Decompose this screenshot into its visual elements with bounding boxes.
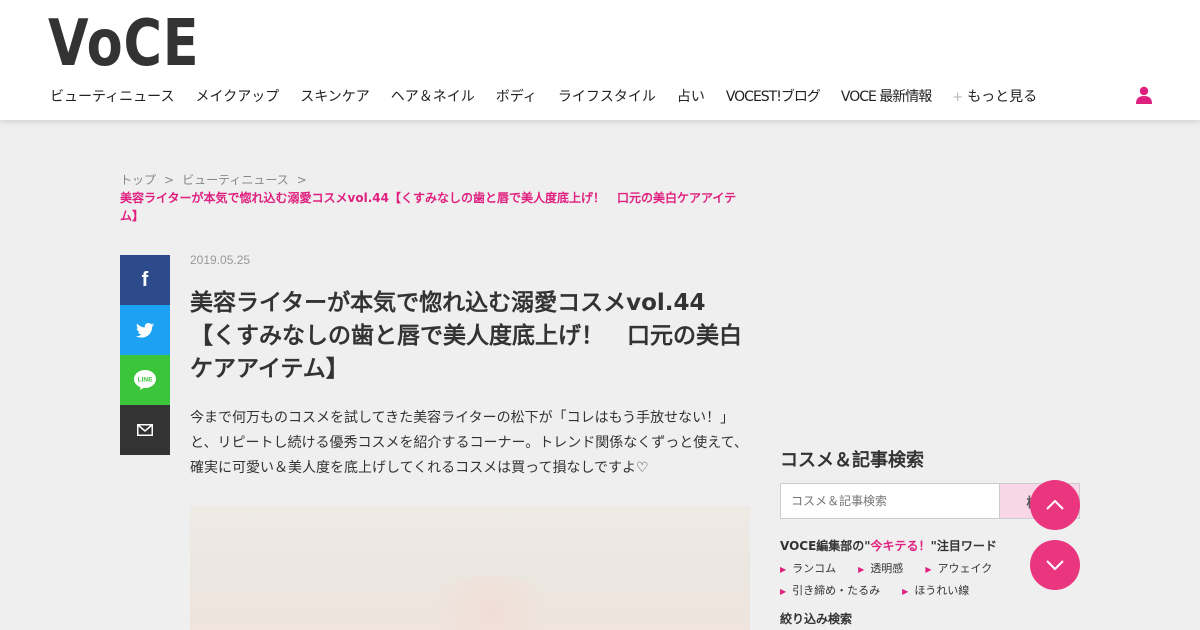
facebook-icon: f — [141, 268, 149, 291]
trend-tag-label: アウェイク — [937, 562, 993, 575]
main-nav: ビューティニュース メイクアップ スキンケア ヘア＆ネイル ボディ ライフスタイ… — [50, 86, 1058, 106]
trend-tag[interactable]: ▶ 透明感 — [858, 558, 903, 580]
scroll-up-button[interactable] — [1030, 480, 1080, 530]
sidebar-search: コスメ＆記事検索 検索 VOCE編集部の"今キテる！"注目ワード ▶ランコム ▶… — [780, 446, 1080, 627]
nav-voce-news[interactable]: VOCE 最新情報 — [841, 86, 932, 106]
nav-skincare[interactable]: スキンケア — [300, 86, 370, 106]
line-icon: LINE — [134, 370, 156, 390]
trend-tag[interactable]: ▶ ランコム — [780, 558, 836, 580]
user-icon[interactable] — [1135, 86, 1153, 104]
article: 2019.05.25 美容ライターが本気で惚れ込む溺愛コスメvol.44【くすみ… — [190, 253, 750, 481]
line-share-button[interactable]: LINE — [120, 355, 170, 405]
facebook-share-button[interactable]: f — [120, 255, 170, 305]
breadcrumb: トップ > ビューティニュース > 美容ライターが本気で惚れ込む溺愛コスメvol.44… — [120, 171, 750, 225]
trend-tag-label: ほうれい線 — [914, 584, 970, 597]
filter-search-heading: 絞り込み検索 — [780, 612, 853, 626]
scroll-down-button[interactable] — [1030, 540, 1080, 590]
breadcrumb-current: 美容ライターが本気で惚れ込む溺愛コスメvol.44【くすみなしの歯と唇で美人度底… — [120, 191, 737, 223]
site-header: VoCE ビューティニュース メイクアップ スキンケア ヘア＆ネイル ボディ ラ… — [0, 0, 1200, 120]
trend-tag[interactable]: ▶ 引き締め・たるみ — [780, 580, 880, 602]
article-date: 2019.05.25 — [190, 253, 251, 267]
mail-icon — [137, 424, 153, 436]
chevron-down-icon — [1046, 560, 1064, 570]
search-input[interactable] — [780, 483, 999, 519]
nav-more-button[interactable]: + もっと見る — [952, 86, 1037, 106]
triangle-right-icon: ▶ — [780, 565, 787, 574]
chevron-up-icon — [1046, 500, 1064, 510]
nav-body[interactable]: ボディ — [496, 86, 537, 106]
nav-lifestyle[interactable]: ライフスタイル — [558, 86, 656, 106]
triangle-right-icon: ▶ — [902, 587, 909, 596]
site-logo[interactable]: VoCE — [48, 12, 199, 76]
nav-more-label: もっと見る — [967, 89, 1038, 105]
trend-tag[interactable]: ▶ アウェイク — [925, 558, 992, 580]
twitter-share-button[interactable] — [120, 305, 170, 355]
nav-makeup[interactable]: メイクアップ — [195, 86, 279, 106]
trend-tag-label: 透明感 — [870, 562, 904, 575]
trend-prefix: VOCE編集部の" — [780, 539, 871, 553]
nav-fortune[interactable]: 占い — [677, 86, 705, 106]
breadcrumb-separator: > — [296, 173, 307, 187]
trend-suffix: "注目ワード — [930, 539, 997, 553]
plus-icon: + — [952, 90, 964, 105]
nav-beauty-news[interactable]: ビューティニュース — [50, 86, 174, 106]
article-lead: 今まで何万ものコスメを試してきた美容ライターの松下が「コレはもう手放せない！」と… — [190, 410, 748, 476]
trend-tag[interactable]: ▶ ほうれい線 — [902, 580, 969, 602]
share-buttons: f LINE — [120, 255, 170, 455]
twitter-icon — [136, 322, 154, 338]
trend-hot: 今キテる！ — [870, 539, 931, 553]
breadcrumb-separator: > — [164, 173, 175, 187]
breadcrumb-category[interactable]: ビューティニュース — [182, 173, 289, 187]
trend-tag-label: 引き締め・たるみ — [792, 584, 881, 597]
article-hero-image — [190, 506, 750, 630]
breadcrumb-top[interactable]: トップ — [120, 173, 156, 187]
triangle-right-icon: ▶ — [925, 565, 932, 574]
article-title: 美容ライターが本気で惚れ込む溺愛コスメvol.44【くすみなしの歯と唇で美人度底… — [190, 290, 742, 382]
triangle-right-icon: ▶ — [780, 587, 787, 596]
sidebar-title: コスメ＆記事検索 — [780, 450, 924, 471]
hero-image-detail — [420, 576, 560, 630]
triangle-right-icon: ▶ — [858, 565, 865, 574]
nav-hair-nail[interactable]: ヘア＆ネイル — [391, 86, 475, 106]
mail-share-button[interactable] — [120, 405, 170, 455]
trend-tag-label: ランコム — [792, 562, 837, 575]
nav-vocest-blog[interactable]: VOCEST!ブログ — [726, 86, 821, 106]
line-icon-text: LINE — [138, 377, 153, 384]
